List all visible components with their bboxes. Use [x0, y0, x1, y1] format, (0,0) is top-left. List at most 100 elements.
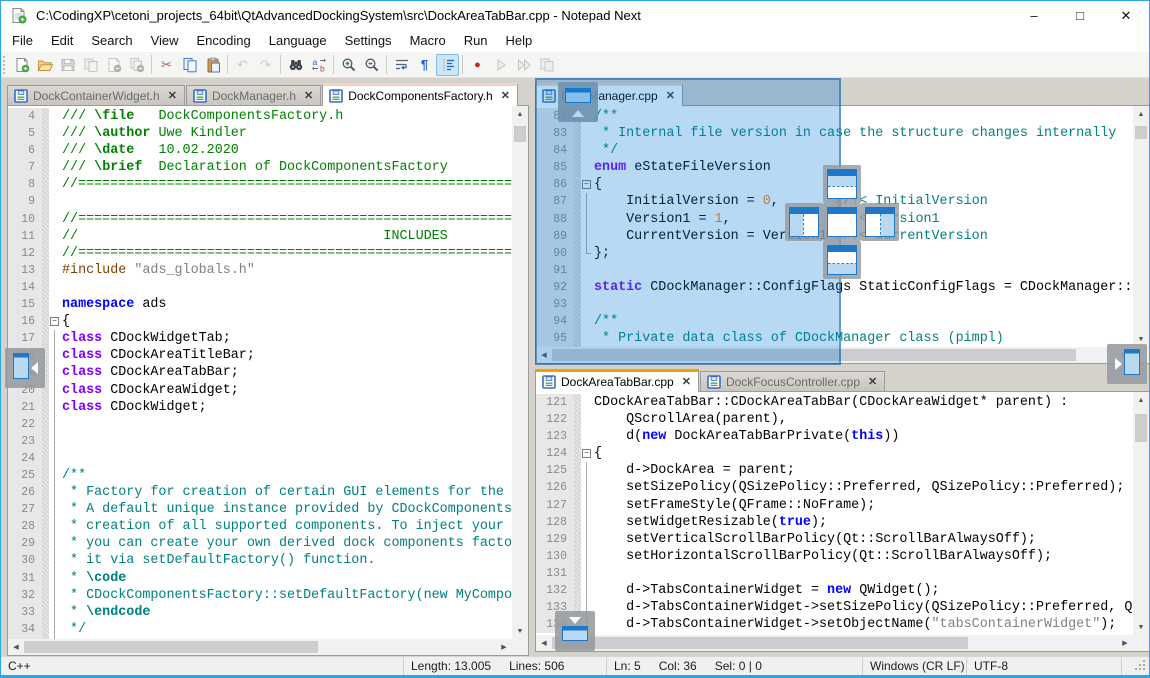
dock-left-drop-indicator[interactable] — [785, 203, 823, 241]
maximize-button[interactable]: □ — [1057, 1, 1103, 30]
scroll-track[interactable] — [552, 635, 1117, 651]
tab-close-icon[interactable]: ✕ — [682, 375, 691, 388]
close-button[interactable]: ✕ — [1103, 1, 1149, 30]
menu-item-language[interactable]: Language — [260, 30, 336, 52]
dock-right-drop-indicator[interactable] — [861, 203, 899, 241]
tab-close-icon[interactable]: ✕ — [501, 89, 510, 102]
fold-collapse-icon[interactable]: − — [582, 449, 591, 458]
code-line: 132 d->TabsContainerWidget = new QWidget… — [536, 582, 1133, 599]
change-margin — [574, 462, 581, 479]
scroll-track[interactable] — [1133, 408, 1149, 619]
tab-DockContainerWidget.h[interactable]: DockContainerWidget.h✕ — [7, 85, 185, 105]
code-line: 122 QScrollArea(parent), — [536, 411, 1133, 428]
edge-left-drop-indicator[interactable] — [5, 348, 45, 388]
svg-text:a: a — [312, 57, 317, 67]
fold-margin — [581, 394, 594, 411]
scroll-thumb[interactable] — [514, 126, 526, 142]
fold-line — [586, 548, 587, 565]
open-file-icon[interactable] — [33, 54, 56, 76]
minimize-button[interactable]: – — [1011, 1, 1057, 30]
tab-close-icon[interactable]: ✕ — [868, 375, 877, 388]
cut-icon[interactable]: ✂ — [155, 54, 178, 76]
replace-icon[interactable]: ab — [307, 54, 330, 76]
change-margin — [42, 518, 49, 535]
tab-DockManager.h[interactable]: DockManager.h✕ — [186, 85, 321, 105]
scroll-track[interactable] — [512, 122, 528, 623]
menu-item-run[interactable]: Run — [455, 30, 497, 52]
find-icon[interactable] — [284, 54, 307, 76]
word-wrap-icon[interactable] — [390, 54, 413, 76]
scroll-left-arrow[interactable]: ◀ — [536, 635, 552, 651]
new-file-icon[interactable] — [10, 54, 33, 76]
show-all-characters-icon[interactable]: ¶ — [413, 54, 436, 76]
menu-item-edit[interactable]: Edit — [42, 30, 82, 52]
fold-collapse-icon[interactable]: − — [50, 317, 59, 326]
tab-DockComponentsFactory.h[interactable]: DockComponentsFactory.h✕ — [322, 83, 518, 106]
code-editor-left[interactable]: 4/// \file DockComponentsFactory.h5/// \… — [8, 106, 512, 639]
window-title: C:\CodingXP\cetoni_projects_64bit\QtAdva… — [36, 8, 641, 23]
tab-bar-bottom_right: DockAreaTabBar.cpp✕DockFocusController.c… — [535, 368, 1150, 391]
code-line: 30 * it via setDefaultFactory() function… — [8, 552, 512, 569]
code-editor-bottom_right[interactable]: 121CDockAreaTabBar::CDockAreaTabBar(CDoc… — [536, 392, 1133, 635]
edge-bottom-drop-indicator[interactable] — [555, 611, 595, 651]
scroll-up-arrow[interactable]: ▲ — [1133, 106, 1149, 122]
zoom-out-icon[interactable] — [360, 54, 383, 76]
menu-item-file[interactable]: File — [3, 30, 42, 52]
scroll-thumb[interactable] — [24, 641, 318, 653]
scroll-thumb[interactable] — [1135, 126, 1147, 139]
code-line: 133 d->TabsContainerWidget->setSizePolic… — [536, 599, 1133, 616]
zoom-in-icon[interactable] — [337, 54, 360, 76]
fold-margin — [49, 125, 62, 142]
change-margin — [42, 228, 49, 245]
scroll-track[interactable] — [1133, 122, 1149, 331]
copy-icon[interactable] — [178, 54, 201, 76]
code-line: 121CDockAreaTabBar::CDockAreaTabBar(CDoc… — [536, 394, 1133, 411]
dock-top-drop-indicator[interactable] — [823, 165, 861, 203]
fold-line — [54, 364, 55, 381]
scroll-down-arrow[interactable]: ▼ — [1133, 619, 1149, 635]
vertical-scrollbar[interactable]: ▲▼ — [1133, 392, 1149, 635]
scroll-left-arrow[interactable]: ◀ — [8, 639, 24, 655]
menu-item-view[interactable]: View — [142, 30, 188, 52]
menu-item-help[interactable]: Help — [497, 30, 542, 52]
vertical-scrollbar[interactable]: ▲▼ — [512, 106, 528, 639]
code-text: class CDockWidgetTab; — [62, 330, 512, 347]
menu-item-macro[interactable]: Macro — [401, 30, 455, 52]
code-text: * \code — [62, 570, 512, 587]
scroll-track[interactable] — [24, 639, 496, 655]
scroll-down-arrow[interactable]: ▼ — [512, 623, 528, 639]
edge-right-drop-indicator[interactable] — [1107, 344, 1147, 384]
code-line: 10//====================================… — [8, 211, 512, 228]
line-number: 126 — [536, 479, 574, 496]
line-number: 121 — [536, 394, 574, 411]
resize-grip[interactable] — [1133, 659, 1147, 673]
change-margin — [42, 535, 49, 552]
scroll-up-arrow[interactable]: ▲ — [512, 106, 528, 122]
tab-DockAreaTabBar.cpp[interactable]: DockAreaTabBar.cpp✕ — [535, 369, 699, 392]
change-margin — [42, 313, 49, 330]
scroll-thumb[interactable] — [552, 637, 968, 649]
dock-bottom-drop-indicator[interactable] — [823, 241, 861, 279]
menu-item-settings[interactable]: Settings — [336, 30, 401, 52]
paste-icon[interactable] — [201, 54, 224, 76]
tab-close-icon[interactable]: ✕ — [304, 89, 313, 102]
vertical-scrollbar[interactable]: ▲▼ — [1133, 106, 1149, 347]
menu-item-encoding[interactable]: Encoding — [188, 30, 260, 52]
dock-center-drop-indicator[interactable] — [823, 203, 861, 241]
line-number: 17 — [8, 330, 42, 347]
menu-item-search[interactable]: Search — [82, 30, 141, 52]
horizontal-scrollbar[interactable]: ◀▶ — [536, 635, 1133, 651]
scroll-thumb[interactable] — [1135, 414, 1147, 442]
scroll-right-arrow[interactable]: ▶ — [1117, 635, 1133, 651]
code-text: setVerticalScrollBarPolicy(Qt::ScrollBar… — [594, 531, 1133, 548]
tab-close-icon[interactable]: ✕ — [168, 89, 177, 102]
fold-margin — [49, 433, 62, 450]
scroll-right-arrow[interactable]: ▶ — [496, 639, 512, 655]
horizontal-scrollbar[interactable]: ◀▶ — [8, 639, 512, 655]
indent-guide-icon[interactable] — [436, 54, 459, 76]
macro-record-icon[interactable]: ● — [466, 54, 489, 76]
code-text: { — [594, 445, 1133, 462]
scroll-up-arrow[interactable]: ▲ — [1133, 392, 1149, 408]
line-number: 25 — [8, 467, 42, 484]
tab-DockFocusController.cpp[interactable]: DockFocusController.cpp✕ — [700, 371, 885, 391]
